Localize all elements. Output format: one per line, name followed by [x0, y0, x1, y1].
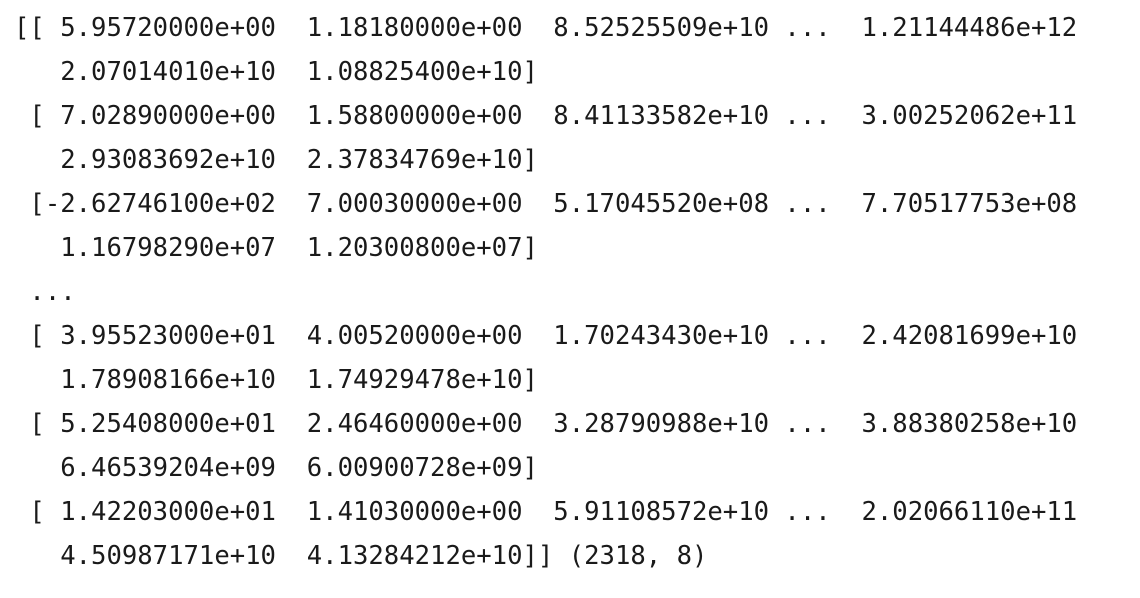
output-line: [ 3.95523000e+01 4.00520000e+00 1.702434…: [14, 321, 1078, 351]
output-line: 2.93083692e+10 2.37834769e+10]: [14, 145, 538, 175]
output-line: 2.07014010e+10 1.08825400e+10]: [14, 57, 538, 87]
output-line: 6.46539204e+09 6.00900728e+09]: [14, 453, 538, 483]
output-line: [-2.62746100e+02 7.00030000e+00 5.170455…: [14, 189, 1078, 219]
output-line: [ 5.25408000e+01 2.46460000e+00 3.287909…: [14, 409, 1078, 439]
output-line: [ 1.42203000e+01 1.41030000e+00 5.911085…: [14, 497, 1078, 527]
output-line: 1.16798290e+07 1.20300800e+07]: [14, 233, 538, 263]
output-line: [ 7.02890000e+00 1.58800000e+00 8.411335…: [14, 101, 1078, 131]
console-output: [[ 5.95720000e+00 1.18180000e+00 8.52525…: [14, 6, 1077, 578]
output-line: ...: [14, 277, 76, 307]
output-line: 4.50987171e+10 4.13284212e+10]] (2318, 8…: [14, 541, 708, 571]
output-line: [[ 5.95720000e+00 1.18180000e+00 8.52525…: [14, 13, 1078, 43]
output-line: 1.78908166e+10 1.74929478e+10]: [14, 365, 538, 395]
